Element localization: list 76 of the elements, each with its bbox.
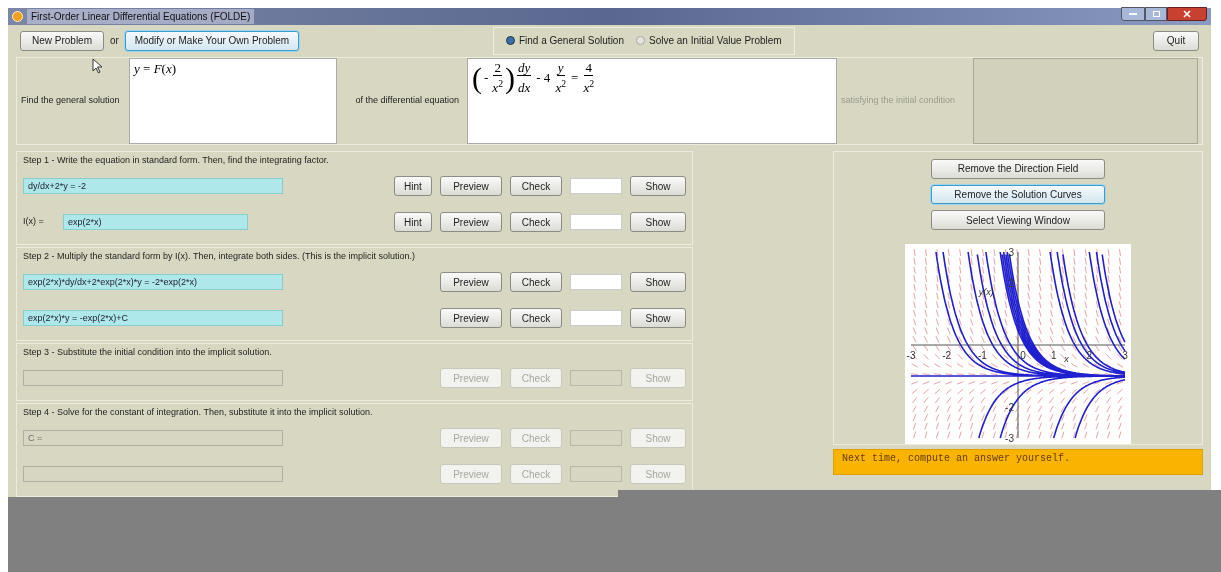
tick-label: 2 (1008, 278, 1014, 289)
answer-field[interactable] (23, 466, 283, 482)
hint-button[interactable]: Hint (394, 176, 432, 196)
tick-label: -2 (942, 350, 952, 361)
denominator: x$^{2}$ (492, 77, 503, 96)
show-button[interactable]: Show (630, 272, 686, 292)
window-title: First-Order Linear Differential Equations (FOLDE) (27, 8, 255, 24)
numerator: 2 (493, 60, 502, 76)
check-button[interactable]: Check (510, 272, 562, 292)
step-title: Step 2 - Multiply the standard form by I(x). Then, integrate both sides. (This is the implicit solution.) (23, 250, 416, 263)
show-button[interactable]: Show (630, 176, 686, 196)
answer-field[interactable]: exp(2*x)*y = -exp(2*x)+C (23, 310, 283, 326)
tick-label: 3 (1122, 350, 1128, 361)
hint-button[interactable]: Hint (394, 212, 432, 232)
minimize-icon[interactable] (1121, 7, 1145, 22)
plot-option-button[interactable]: Select Viewing Window (931, 210, 1105, 230)
result-box (570, 430, 622, 446)
preview-button[interactable]: Preview (440, 272, 502, 292)
step-title: Step 4 - Solve for the constant of integration. Then, substitute it into the implicit solution. (23, 406, 374, 419)
answer-field[interactable]: exp(2*x) (63, 214, 248, 230)
tick-label: 0 (1020, 350, 1026, 361)
plot-option-button[interactable]: Remove the Solution Curves (931, 184, 1105, 205)
tick-label: 2 (1086, 350, 1093, 361)
answer-field[interactable] (23, 370, 283, 386)
equation-symbol: = (571, 69, 579, 88)
equation-symbol: - 4 (536, 69, 551, 88)
answer-field[interactable]: C = (23, 430, 283, 446)
show-button[interactable]: Show (630, 308, 686, 328)
tick-label: -1 (977, 350, 987, 361)
numerator: 4 (584, 60, 593, 76)
find-label: Find the general solution (21, 94, 121, 108)
denominator: x$^{2}$ (583, 77, 595, 96)
denominator: dx (518, 79, 531, 96)
step-title: Step 1 - Write the equation in standard form. Then, find the integrating factor. (23, 154, 330, 167)
answer-field[interactable]: dy/dx+2*y = -2 (23, 178, 283, 194)
plot-option-button[interactable]: Remove the Direction Field (931, 159, 1105, 179)
show-button[interactable]: Show (630, 212, 686, 232)
message-bar: Next time, compute an answer yourself. (833, 449, 1203, 475)
equation-label: of the differential equation (354, 94, 460, 108)
result-box (570, 310, 622, 326)
result-box (570, 214, 622, 230)
step-title: Step 3 - Substitute the initial condition into the implicit solution. (23, 346, 273, 359)
modify-problem-button[interactable]: Modify or Make Your Own Problem (124, 30, 299, 51)
tick-label: 3 (1008, 247, 1014, 258)
result-box (570, 370, 622, 386)
close-icon[interactable] (1167, 7, 1207, 22)
mode-radio[interactable]: Find a General Solution (505, 33, 624, 49)
result-box (570, 178, 622, 194)
maximize-icon[interactable] (1145, 7, 1167, 22)
mode-radio[interactable]: Solve an Initial Value Problem (636, 33, 782, 49)
answer-field[interactable]: exp(2*x)*dy/dx+2*exp(2*x)*y = -2*exp(2*x) (23, 274, 283, 290)
parenthesis: ) (505, 61, 515, 95)
axis-label: x (1064, 354, 1069, 365)
check-button[interactable]: Check (510, 176, 562, 196)
tick-label: -3 (1005, 433, 1014, 444)
preview-button[interactable]: Preview (440, 212, 502, 232)
numerator: y (556, 60, 565, 76)
tick-label: -3 (906, 350, 916, 361)
check-button[interactable]: Check (510, 308, 562, 328)
numerator: dy (517, 60, 532, 76)
denominator: x$^{2}$ (555, 77, 567, 96)
cursor-icon (92, 57, 104, 74)
parenthesis: ( (472, 61, 482, 95)
result-box (570, 466, 622, 482)
check-button[interactable]: Check (510, 212, 562, 232)
field-label: I(x) = (23, 215, 45, 229)
preview-button[interactable]: Preview (440, 308, 502, 328)
result-box (570, 274, 622, 290)
preview-button[interactable]: Preview (440, 176, 502, 196)
minus-sign: - (484, 69, 489, 88)
or-label: or (110, 34, 119, 49)
tick-label: 1 (1050, 350, 1057, 361)
new-problem-button[interactable]: New Problem (20, 30, 104, 51)
app-icon (12, 10, 23, 22)
quit-button[interactable]: Quit (1153, 30, 1199, 51)
solution-form-box: y = F(x) (129, 58, 337, 144)
